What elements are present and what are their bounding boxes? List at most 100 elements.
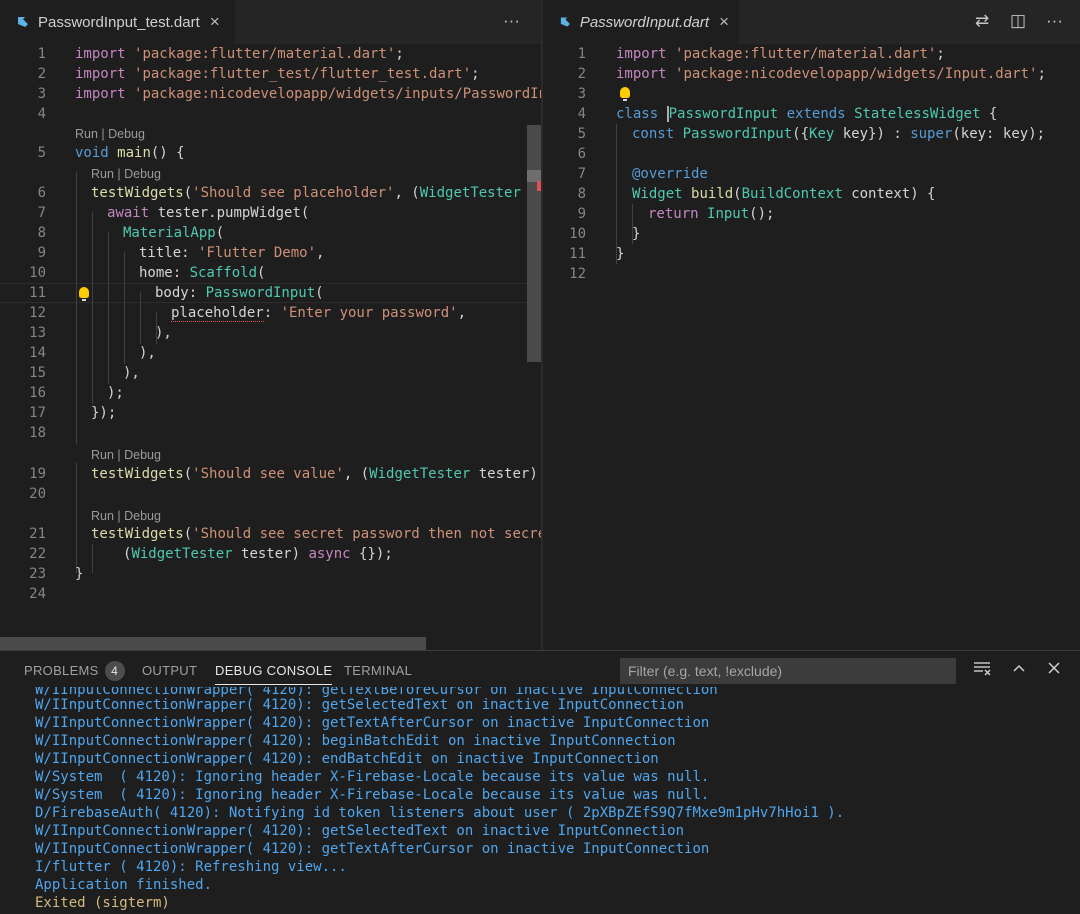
code-line-4: class PasswordInput extends StatelessWid… bbox=[616, 106, 998, 122]
line-number: 9 bbox=[37, 245, 46, 261]
line-number: 9 bbox=[577, 206, 586, 222]
code-line-15: ), bbox=[123, 365, 140, 381]
console-line: W/IInputConnectionWrapper( 4120): getSel… bbox=[35, 823, 685, 839]
debug-console-output[interactable]: W/IInputConnectionWrapper( 4120): getTex… bbox=[0, 687, 1080, 914]
line-number: 4 bbox=[37, 106, 46, 122]
tab-terminal[interactable]: TERMINAL bbox=[344, 651, 412, 691]
line-number: 12 bbox=[29, 305, 46, 321]
line-number: 10 bbox=[29, 265, 46, 281]
console-line: W/System ( 4120): Ignoring header X-Fire… bbox=[35, 769, 710, 785]
left-code-editor[interactable]: 1 import 'package:flutter/material.dart';… bbox=[0, 44, 541, 650]
tab-problems[interactable]: PROBLEMS 4 bbox=[24, 651, 125, 691]
code-line-2: import 'package:flutter_test/flutter_tes… bbox=[75, 66, 480, 82]
code-line-19: testWidgets('Should see value', (WidgetT… bbox=[91, 466, 541, 482]
code-lens-run-debug[interactable]: Run | Debug bbox=[75, 126, 145, 142]
line-number: 3 bbox=[37, 86, 46, 102]
line-number: 5 bbox=[37, 145, 46, 161]
lightbulb-icon[interactable] bbox=[79, 287, 89, 301]
line-number: 11 bbox=[29, 285, 46, 301]
panel-tab-bar: PROBLEMS 4 OUTPUT DEBUG CONSOLE TERMINAL bbox=[0, 651, 1080, 691]
line-number: 6 bbox=[37, 185, 46, 201]
code-line-7: @override bbox=[632, 166, 708, 182]
tab-filename: PasswordInput.dart bbox=[579, 13, 710, 31]
code-line-8: MaterialApp( bbox=[123, 225, 225, 241]
code-lens-run-debug[interactable]: Run | Debug bbox=[91, 166, 161, 182]
tab-passwordinput-test-dart[interactable]: PasswordInput_test.dart × bbox=[0, 0, 236, 44]
line-number: 1 bbox=[577, 46, 586, 62]
close-icon[interactable]: × bbox=[719, 12, 729, 32]
tab-debug-console[interactable]: DEBUG CONSOLE bbox=[215, 651, 333, 691]
console-line: W/IInputConnectionWrapper( 4120): getTex… bbox=[35, 841, 710, 857]
console-line: W/IInputConnectionWrapper( 4120): getTex… bbox=[35, 715, 710, 731]
lightbulb-icon[interactable] bbox=[620, 87, 630, 101]
console-line: I/flutter ( 4120): Refreshing view... bbox=[35, 859, 347, 875]
line-number: 24 bbox=[29, 586, 46, 602]
code-line-13: ), bbox=[155, 325, 172, 341]
code-line-3: import 'package:nicodevelopapp/widgets/i… bbox=[75, 86, 541, 102]
code-line-1: import 'package:flutter/material.dart'; bbox=[75, 46, 404, 62]
line-number: 7 bbox=[577, 166, 586, 182]
code-line-2: import 'package:nicodevelopapp/widgets/I… bbox=[616, 66, 1046, 82]
line-number: 6 bbox=[577, 146, 586, 162]
console-line: W/IInputConnectionWrapper( 4120): getSel… bbox=[35, 697, 685, 713]
tab-filename: PasswordInput_test.dart bbox=[38, 13, 200, 31]
line-number: 15 bbox=[29, 365, 46, 381]
right-code-editor[interactable]: 1 import 'package:flutter/material.dart';… bbox=[543, 44, 1080, 650]
code-line-17: }); bbox=[91, 405, 117, 421]
line-number: 14 bbox=[29, 345, 46, 361]
line-number: 22 bbox=[29, 546, 46, 562]
line-number: 4 bbox=[577, 106, 586, 122]
code-line-5: const PasswordInput({Key key}) : super(k… bbox=[632, 126, 1046, 142]
line-number: 21 bbox=[29, 526, 46, 542]
code-line-7: await tester.pumpWidget( bbox=[107, 205, 310, 221]
problems-count-badge: 4 bbox=[104, 660, 125, 681]
split-editor-icon[interactable]: ◫ bbox=[1010, 10, 1026, 32]
line-number: 5 bbox=[577, 126, 586, 142]
maximize-panel-icon[interactable] bbox=[1011, 660, 1027, 683]
open-changes-icon[interactable]: ⇄ bbox=[975, 10, 989, 32]
left-tab-bar: PasswordInput_test.dart × ··· bbox=[0, 0, 541, 44]
clear-console-icon[interactable] bbox=[973, 660, 991, 683]
code-line-10: home: Scaffold( bbox=[139, 265, 266, 281]
line-number: 16 bbox=[29, 385, 46, 401]
line-number: 18 bbox=[29, 425, 46, 441]
code-line-8: Widget build(BuildContext context) { bbox=[632, 186, 936, 202]
code-line-14: ), bbox=[139, 345, 156, 361]
line-number: 10 bbox=[569, 226, 586, 242]
line-number: 19 bbox=[29, 466, 46, 482]
code-lens-run-debug[interactable]: Run | Debug bbox=[91, 447, 161, 463]
code-line-12: placeholder: 'Enter your password', bbox=[171, 305, 467, 322]
console-line-exit: Exited (sigterm) bbox=[35, 895, 170, 911]
left-editor-pane: PasswordInput_test.dart × ··· 1 import 'p… bbox=[0, 0, 541, 650]
tab-passwordinput-dart[interactable]: PasswordInput.dart × bbox=[543, 0, 739, 44]
vertical-scrollbar[interactable] bbox=[527, 125, 541, 362]
close-panel-icon[interactable] bbox=[1046, 660, 1062, 683]
more-actions-icon[interactable]: ··· bbox=[1046, 10, 1063, 32]
line-number: 12 bbox=[569, 266, 586, 282]
code-line-9: title: 'Flutter Demo', bbox=[139, 245, 325, 261]
line-number: 23 bbox=[29, 566, 46, 582]
line-number: 2 bbox=[577, 66, 586, 82]
line-number: 2 bbox=[37, 66, 46, 82]
horizontal-scrollbar[interactable] bbox=[0, 637, 426, 650]
dart-file-icon bbox=[18, 17, 28, 27]
console-line: W/System ( 4120): Ignoring header X-Fire… bbox=[35, 787, 710, 803]
line-number: 20 bbox=[29, 486, 46, 502]
more-actions-icon[interactable]: ··· bbox=[503, 10, 520, 32]
code-line-16: ); bbox=[107, 385, 124, 401]
console-line: Application finished. bbox=[35, 877, 213, 893]
line-number: 8 bbox=[37, 225, 46, 241]
code-line-22: (WidgetTester tester) async {}); bbox=[123, 546, 393, 562]
line-number: 7 bbox=[37, 205, 46, 221]
console-line: W/IInputConnectionWrapper( 4120): endBat… bbox=[35, 751, 659, 767]
code-line-23: } bbox=[75, 566, 84, 582]
console-filter-input[interactable] bbox=[620, 658, 956, 684]
code-line-10: } bbox=[632, 226, 641, 242]
line-number: 13 bbox=[29, 325, 46, 341]
bottom-panel: PROBLEMS 4 OUTPUT DEBUG CONSOLE TERMINAL … bbox=[0, 650, 1080, 914]
console-line: D/FirebaseAuth( 4120): Notifying id toke… bbox=[35, 805, 845, 821]
close-icon[interactable]: × bbox=[210, 12, 220, 32]
tab-output[interactable]: OUTPUT bbox=[142, 651, 197, 691]
code-lens-run-debug[interactable]: Run | Debug bbox=[91, 508, 161, 524]
code-line-21: testWidgets('Should see secret password … bbox=[91, 526, 541, 542]
